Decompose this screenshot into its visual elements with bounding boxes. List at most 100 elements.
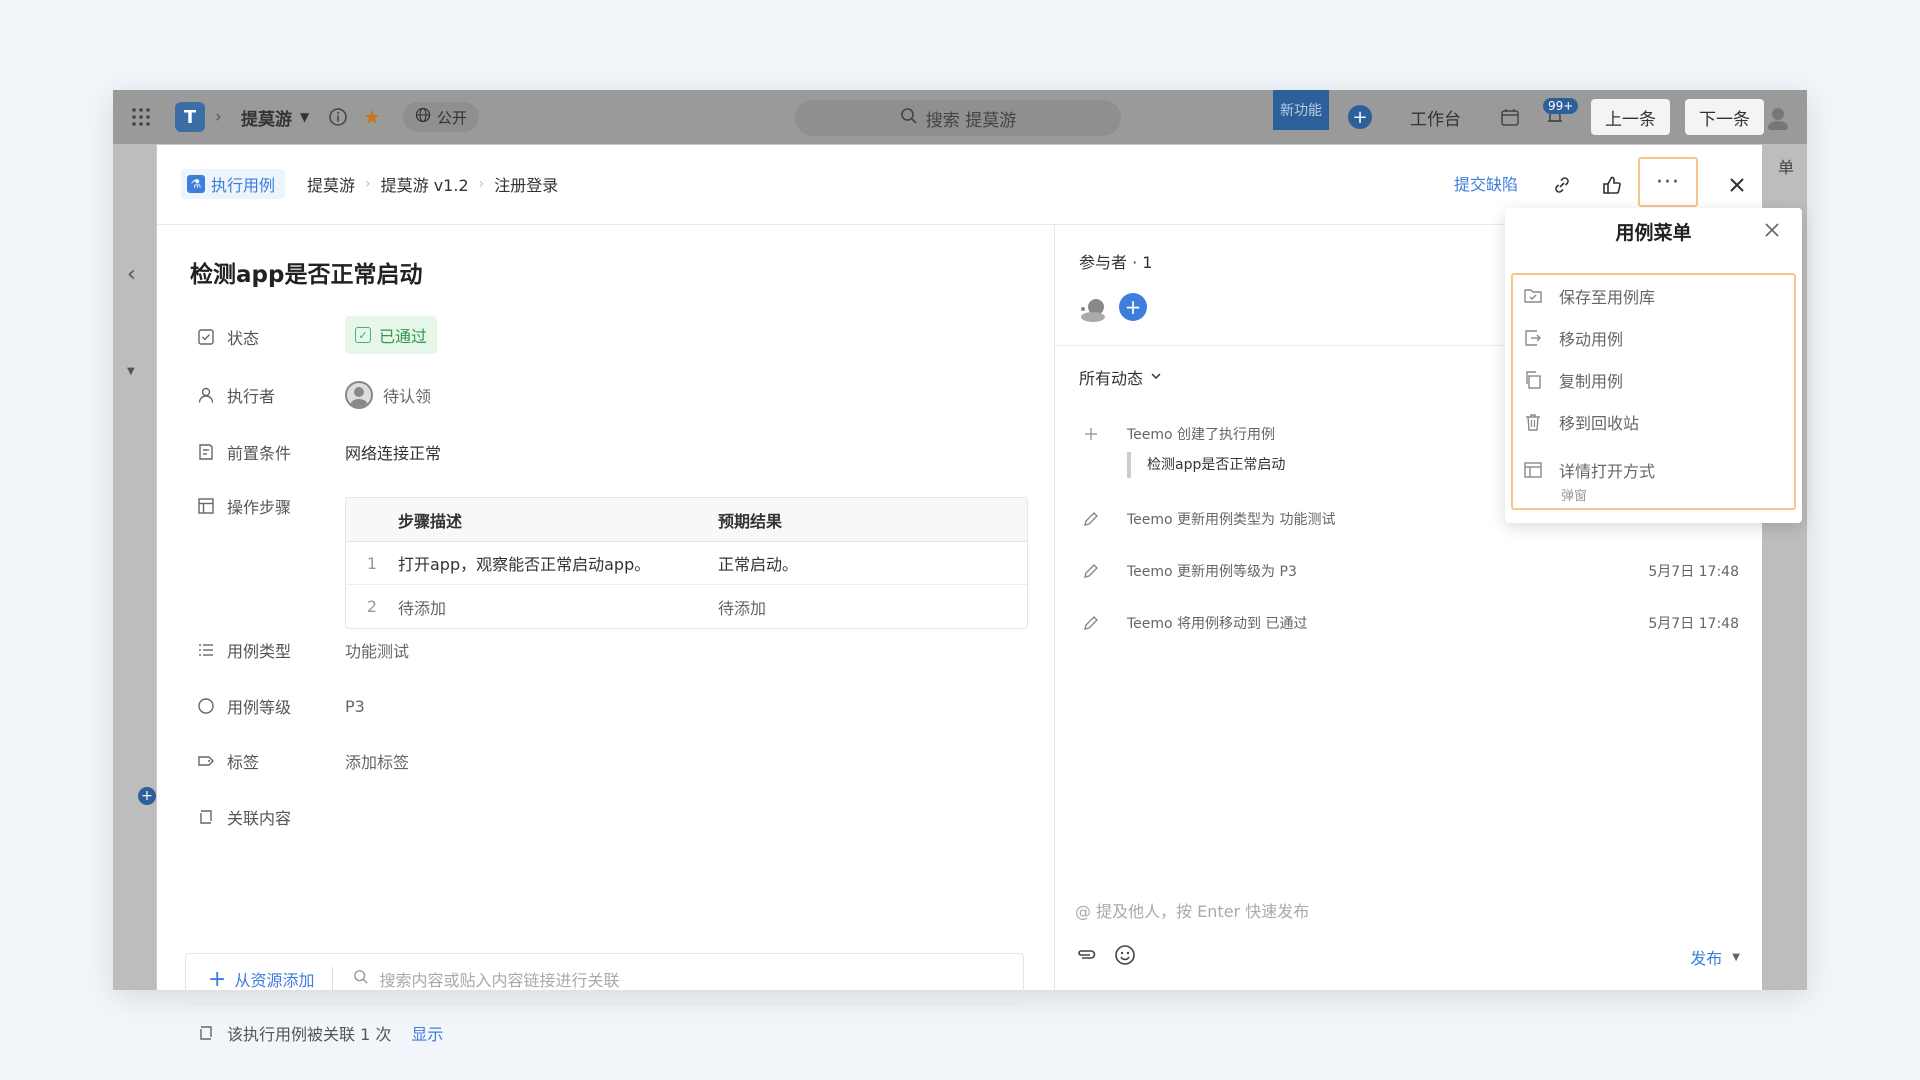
- next-button[interactable]: 下一条: [1685, 99, 1764, 135]
- case-level-field: 用例等级: [197, 691, 291, 721]
- chevron-right-icon: ›: [215, 107, 222, 127]
- table-row[interactable]: 2 待添加 待添加: [346, 585, 1027, 628]
- close-icon[interactable]: [1721, 169, 1753, 201]
- add-icon[interactable]: +: [1348, 105, 1372, 129]
- global-search[interactable]: 搜索 提莫游: [795, 100, 1121, 136]
- breadcrumb-item[interactable]: 注册登录: [494, 172, 558, 196]
- link-icon[interactable]: [1546, 169, 1578, 201]
- steps-table: 步骤描述 预期结果 1 打开app，观察能否正常启动app。 正常启动。 2 待…: [345, 497, 1028, 629]
- relation-input-bar: + 从资源添加 搜索内容或贴入内容链接进行关联: [185, 953, 1024, 1005]
- step-description[interactable]: 待添加: [398, 595, 718, 619]
- project-name[interactable]: 提莫游: [241, 90, 292, 144]
- plus-icon: [1079, 422, 1103, 446]
- activity-text: Teemo 更新用例等级为 P3: [1127, 564, 1297, 580]
- menu-item-move[interactable]: 移动用例: [1523, 323, 1783, 353]
- publish-button[interactable]: 发布 ▼: [1690, 945, 1740, 969]
- table-icon: [198, 498, 214, 514]
- caret-down-icon[interactable]: ▼: [127, 366, 135, 377]
- side-add-icon[interactable]: +: [138, 787, 156, 805]
- caret-down-icon[interactable]: ▼: [300, 90, 309, 144]
- case-menu-list: 保存至用例库 移动用例 复制用例 移到回收站 详情打开方式 弹窗: [1511, 273, 1796, 510]
- step-expected[interactable]: 待添加: [718, 595, 1027, 619]
- activity-filter[interactable]: 所有动态: [1079, 365, 1163, 389]
- case-type-field-label: 用例类型: [227, 642, 292, 661]
- participant-avatar[interactable]: [1079, 293, 1109, 323]
- activity-time: 5月7日 17:48: [1648, 564, 1739, 580]
- status-badge[interactable]: ✓ 已通过: [345, 316, 438, 354]
- attachment-icon[interactable]: [1075, 943, 1099, 971]
- chevron-left-icon[interactable]: ‹: [127, 262, 136, 287]
- relation-icon: [200, 1026, 212, 1040]
- info-icon[interactable]: [328, 90, 348, 144]
- submit-bug-link[interactable]: 提交缺陷: [1454, 171, 1518, 195]
- case-level-label: 用例等级: [227, 698, 292, 717]
- activity-text: Teemo 将用例移动到 已通过: [1127, 616, 1308, 632]
- add-from-resource-button[interactable]: + 从资源添加: [186, 967, 334, 992]
- executor-value[interactable]: 待认领: [345, 380, 431, 410]
- add-participant-button[interactable]: +: [1119, 293, 1147, 321]
- caret-down-icon[interactable]: ▼: [1732, 952, 1740, 963]
- link-search-placeholder: 搜索内容或贴入内容链接进行关联: [379, 971, 620, 990]
- add-from-resource-label: 从资源添加: [234, 971, 315, 990]
- avatar: [345, 381, 373, 409]
- thumbs-up-icon[interactable]: [1596, 169, 1628, 201]
- notification-badge: 99+: [1543, 98, 1579, 114]
- precondition-label: 前置条件: [227, 444, 292, 463]
- chevron-right-icon: ›: [365, 176, 371, 192]
- comment-input[interactable]: @ 提及他人，按 Enter 快速发布: [1075, 898, 1309, 922]
- search-icon: [900, 107, 918, 130]
- activity-quote[interactable]: 检测app是否正常启动: [1127, 452, 1285, 478]
- step-description[interactable]: 打开app，观察能否正常启动app。: [398, 551, 718, 575]
- prev-button[interactable]: 上一条: [1591, 99, 1670, 135]
- case-menu-popup: 用例菜单 保存至用例库 移动用例 复制用例 移到回收站 详情打开方式 弹窗: [1505, 208, 1802, 523]
- menu-item-copy[interactable]: 复制用例: [1523, 365, 1783, 395]
- star-icon[interactable]: ★: [363, 90, 381, 144]
- breadcrumb-item[interactable]: 提莫游 v1.2: [381, 172, 469, 196]
- case-menu-title: 用例菜单: [1615, 222, 1692, 244]
- emoji-icon[interactable]: [1113, 943, 1137, 971]
- column-header: 预期结果: [718, 511, 783, 531]
- step-expected[interactable]: 正常启动。: [718, 551, 1027, 575]
- pencil-icon: [1079, 507, 1103, 531]
- show-link[interactable]: 显示: [411, 1021, 443, 1045]
- case-type-value[interactable]: 功能测试: [345, 635, 409, 665]
- menu-item-open-mode[interactable]: 详情打开方式 弹窗: [1523, 455, 1783, 504]
- move-icon: [1525, 330, 1541, 346]
- link-search-input[interactable]: 搜索内容或贴入内容链接进行关联: [333, 967, 619, 991]
- breadcrumb: 提莫游 › 提莫游 v1.2 › 注册登录: [307, 169, 558, 199]
- case-type-label: 执行用例: [211, 176, 276, 195]
- precondition-field: 前置条件: [197, 437, 291, 467]
- new-feature-badge[interactable]: 新功能: [1273, 90, 1329, 130]
- menu-item-label: 详情打开方式: [1559, 462, 1656, 481]
- user-avatar[interactable]: [1765, 90, 1791, 144]
- participants-label: 参与者 · 1: [1079, 253, 1153, 272]
- project-logo[interactable]: T: [175, 102, 205, 132]
- menu-item-save-to-library[interactable]: 保存至用例库: [1523, 281, 1783, 311]
- menu-item-trash[interactable]: 移到回收站: [1523, 407, 1783, 437]
- search-placeholder: 搜索 提莫游: [925, 110, 1017, 131]
- tag-field: 标签: [197, 746, 259, 776]
- status-value[interactable]: ✓ 已通过: [345, 316, 438, 354]
- table-row[interactable]: 1 打开app，观察能否正常启动app。 正常启动。: [346, 542, 1027, 585]
- page-title[interactable]: 检测app是否正常启动: [190, 255, 422, 289]
- precondition-value[interactable]: 网络连接正常: [345, 437, 441, 467]
- status-text: 已通过: [379, 327, 428, 346]
- workbench-link[interactable]: 工作台: [1410, 90, 1461, 144]
- calendar-icon[interactable]: [1500, 90, 1520, 144]
- layout-icon: [1524, 462, 1542, 478]
- breadcrumb-item[interactable]: 提莫游: [307, 172, 355, 196]
- more-button[interactable]: ···: [1638, 157, 1698, 207]
- visibility-pill[interactable]: 公开: [403, 102, 480, 132]
- column-header: 步骤描述: [398, 511, 463, 531]
- case-details-pane: 检测app是否正常启动 状态 ✓ 已通过 执行者 待认领 前置条件 网络连接正常…: [157, 225, 1054, 1044]
- close-icon[interactable]: [1762, 220, 1784, 242]
- table-header: 步骤描述 预期结果: [346, 498, 1027, 542]
- related-field: 关联内容: [197, 802, 291, 832]
- chevron-right-icon: ›: [478, 176, 485, 192]
- globe-icon: [415, 107, 431, 127]
- case-level-value[interactable]: P3: [345, 691, 365, 721]
- menu-item-sublabel: 弹窗: [1561, 489, 1588, 504]
- publish-label: 发布: [1690, 949, 1723, 968]
- apps-grid-icon[interactable]: [131, 90, 155, 144]
- add-tag-link[interactable]: 添加标签: [345, 746, 409, 776]
